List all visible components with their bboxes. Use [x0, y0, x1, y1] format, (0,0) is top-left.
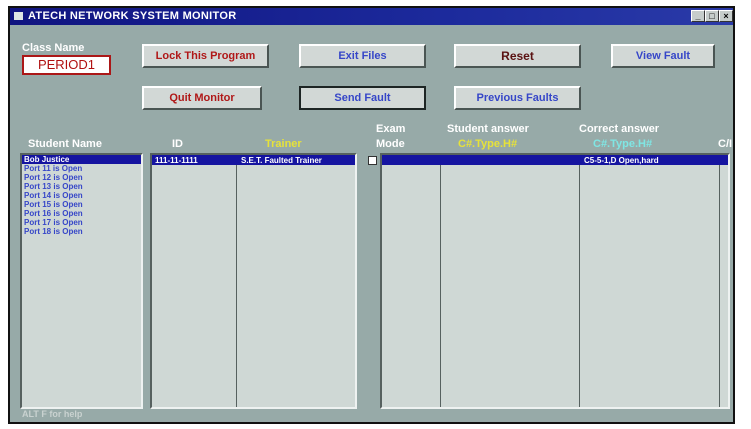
list-item[interactable]: Port 16 is Open	[22, 209, 141, 218]
column-divider	[719, 155, 720, 407]
close-icon[interactable]: ×	[719, 10, 733, 22]
id-header: ID	[172, 138, 183, 150]
window-title: ATECH NETWORK SYSTEM MONITOR	[28, 10, 237, 22]
previous-faults-button[interactable]: Previous Faults	[454, 86, 581, 110]
monitor-window: ATECH NETWORK SYSTEM MONITOR _ □ × Class…	[8, 6, 735, 424]
table-row[interactable]: 111-11-1111 S.E.T. Faulted Trainer	[152, 155, 355, 165]
list-item[interactable]: Port 14 is Open	[22, 191, 141, 200]
exit-files-button[interactable]: Exit Files	[299, 44, 426, 68]
column-divider	[440, 155, 441, 407]
title-bar[interactable]: ATECH NETWORK SYSTEM MONITOR _ □ ×	[10, 8, 733, 25]
list-item[interactable]: Port 17 is Open	[22, 218, 141, 227]
list-item[interactable]: Port 18 is Open	[22, 227, 141, 236]
class-name-value: PERIOD1	[22, 55, 111, 75]
exam-mode-checkbox[interactable]	[368, 156, 377, 165]
column-divider	[236, 155, 237, 407]
minimize-icon[interactable]: _	[691, 10, 705, 22]
table-row[interactable]: C5-5-1,D Open,hard	[382, 155, 728, 165]
correct-answer-cell: C5-5-1,D Open,hard	[584, 156, 659, 165]
list-item[interactable]: Bob Justice	[22, 155, 141, 164]
exam-header: Exam	[376, 123, 406, 135]
list-item[interactable]: Port 11 is Open	[22, 164, 141, 173]
view-fault-button[interactable]: View Fault	[611, 44, 715, 68]
id-trainer-table[interactable]: 111-11-1111 S.E.T. Faulted Trainer	[150, 153, 357, 409]
list-item[interactable]: Port 12 is Open	[22, 173, 141, 182]
list-item[interactable]: Port 15 is Open	[22, 200, 141, 209]
quit-monitor-button[interactable]: Quit Monitor	[142, 86, 262, 110]
list-item[interactable]: Port 13 is Open	[22, 182, 141, 191]
trainer-header: Trainer	[265, 138, 302, 150]
student-answer-header: Student answer	[447, 123, 529, 135]
id-cell: 111-11-1111	[155, 156, 198, 165]
column-divider	[579, 155, 580, 407]
send-fault-button[interactable]: Send Fault	[299, 86, 426, 110]
mode-header: Mode	[376, 138, 405, 150]
student-answer-format: C#.Type.H#	[458, 138, 518, 150]
lock-program-button[interactable]: Lock This Program	[142, 44, 269, 68]
correct-answer-header: Correct answer	[579, 123, 660, 135]
status-bar: ALT F for help	[22, 409, 83, 419]
answers-table[interactable]: C5-5-1,D Open,hard	[380, 153, 730, 409]
student-name-header: Student Name	[28, 138, 102, 150]
app-icon[interactable]	[14, 12, 23, 20]
maximize-icon[interactable]: □	[705, 10, 719, 22]
trainer-cell: S.E.T. Faulted Trainer	[241, 156, 322, 165]
correct-answer-format: C#.Type.H#	[593, 138, 653, 150]
reset-button[interactable]: Reset	[454, 44, 581, 68]
class-name-label: Class Name	[22, 42, 85, 54]
ci-header: C/I	[718, 138, 733, 150]
student-list[interactable]: Bob Justice Port 11 is Open Port 12 is O…	[20, 153, 143, 409]
